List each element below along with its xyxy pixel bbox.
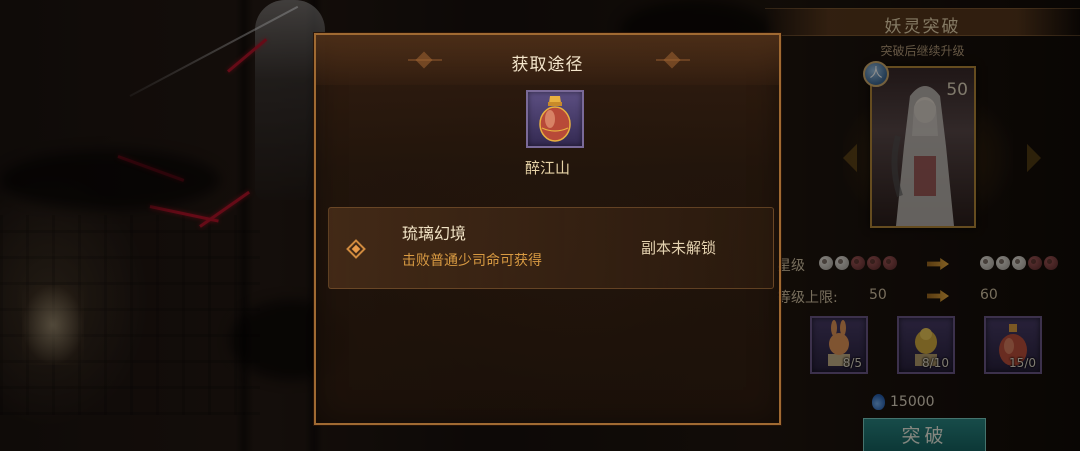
source-lock-status: 副本未解锁 <box>641 239 717 257</box>
item-name: 醉江山 <box>524 159 570 177</box>
diamond-bullet-icon <box>346 239 366 259</box>
potion-flask-icon <box>539 96 571 142</box>
source-description: 击败普通少司命可获得 <box>402 253 542 269</box>
item-icon-slot[interactable] <box>526 90 584 148</box>
modal-title: 获取途径 <box>511 55 584 75</box>
source-row[interactable]: 琉璃幻境 击败普通少司命可获得 副本未解锁 <box>328 207 774 289</box>
source-name: 琉璃幻境 <box>402 224 467 243</box>
modal-header: 获取途径 <box>316 35 779 85</box>
acquisition-modal: 获取途径 醉江山 琉璃幻境 击败普通少司命可获得 副本未解锁 <box>314 33 781 425</box>
